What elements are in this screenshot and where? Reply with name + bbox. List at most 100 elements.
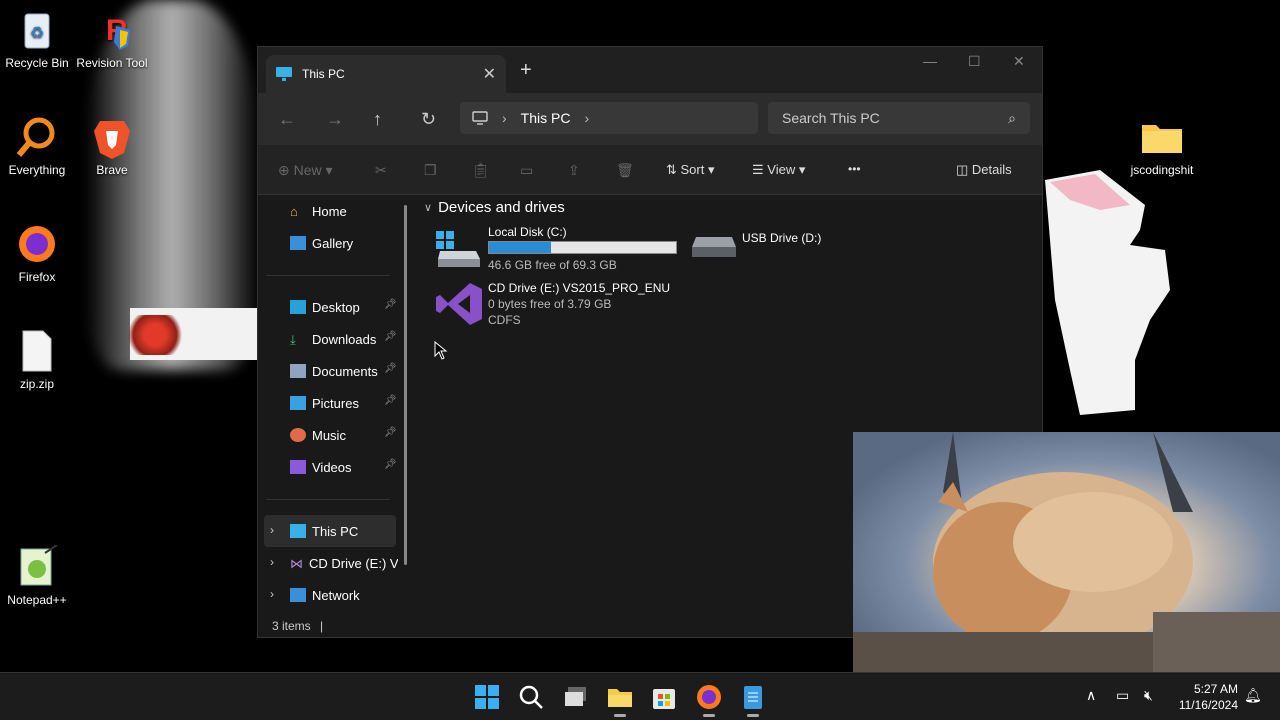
tab-this-pc[interactable]: This PC ✕	[266, 55, 506, 93]
video-icon	[290, 460, 306, 474]
details-button[interactable]: ◫ Details	[956, 162, 1012, 178]
rename-icon[interactable]: ▭	[520, 162, 533, 179]
pin-icon[interactable]: 📌︎	[384, 299, 397, 310]
refresh-icon[interactable]: ↻	[421, 109, 436, 130]
desktop-icon-zip[interactable]: zip.zip	[0, 329, 77, 391]
volume-muted-icon[interactable]: 🔇︎	[1144, 687, 1153, 704]
task-view-icon[interactable]	[562, 683, 590, 711]
chevron-right-icon[interactable]: ›	[584, 110, 589, 126]
desktop-icon-label: Brave	[96, 163, 128, 177]
download-icon: ⤓	[290, 332, 296, 347]
firefox-icon[interactable]	[695, 683, 723, 711]
sidebar-item-network[interactable]: Network	[290, 579, 400, 611]
search-input[interactable]: Search This PC ⌕	[768, 102, 1030, 134]
navigation-pane: ⌂ Home Gallery Desktop 📌︎ ⤓ Downloads 📌︎ D…	[258, 195, 408, 615]
sidebar-item-this-pc[interactable]: This PC	[290, 515, 400, 547]
desktop-icon-brave[interactable]: Brave	[72, 115, 152, 177]
sidebar-label: Network	[312, 587, 360, 603]
search-placeholder: Search This PC	[782, 110, 880, 126]
cat-video-overlay	[853, 432, 1280, 672]
desktop-icon-revision-tool[interactable]: R Revision Tool	[72, 8, 152, 70]
desktop-icon-recycle-bin[interactable]: ♻ Recycle Bin	[0, 8, 77, 70]
copy-icon[interactable]: ❐	[424, 162, 437, 179]
drive-usage-fill	[489, 242, 551, 253]
start-windows-icon[interactable]	[473, 683, 501, 711]
forward-arrow-icon[interactable]: →	[326, 109, 344, 130]
desktop-icon-jscodingshit[interactable]: jscodingshit	[1122, 115, 1202, 177]
close-tab-icon[interactable]: ✕	[483, 64, 496, 84]
pin-icon[interactable]: 📌︎	[384, 427, 397, 438]
sidebar-label: Downloads	[312, 331, 377, 347]
close-window-icon[interactable]: ✕	[1013, 53, 1025, 70]
notepadpp-icon	[15, 544, 59, 589]
details-label: Details	[971, 162, 1012, 177]
visual-studio-icon	[436, 283, 482, 325]
sidebar-label: Desktop	[312, 299, 360, 315]
home-icon: ⌂	[290, 204, 298, 219]
maximize-icon[interactable]: ☐	[968, 53, 981, 70]
pin-icon[interactable]: 📌︎	[384, 395, 397, 406]
cut-icon[interactable]: ✂	[375, 162, 387, 179]
desktop-icon-firefox[interactable]: Firefox	[0, 222, 77, 284]
monitor-icon	[472, 111, 488, 125]
drive-item-e[interactable]: CD Drive (E:) VS2015_PRO_ENU 0 bytes fre…	[436, 281, 696, 333]
view-button[interactable]: ☰ View ▾	[752, 162, 805, 178]
sidebar-scrollbar[interactable]	[404, 205, 407, 565]
network-icon[interactable]: ▭	[1116, 687, 1129, 704]
svg-text:♻: ♻	[30, 25, 44, 42]
sidebar-label: Home	[312, 203, 347, 219]
notepad-icon[interactable]	[739, 683, 767, 711]
command-bar: ⊕ New ▾ ✂ ❐ 📋︎ ▭ ⇪ 🗑︎ ⇅ Sort ▾ ☰ View ▾ …	[258, 145, 1042, 195]
document-icon	[290, 364, 306, 378]
cigarette-ember	[125, 315, 185, 355]
minimize-icon[interactable]: —	[923, 53, 937, 69]
notification-bell-icon[interactable]: 🔔︎	[1244, 687, 1262, 704]
drive-name: Local Disk (C:)	[488, 225, 567, 239]
file-icon	[15, 329, 59, 373]
chevron-down-icon: ∨	[424, 202, 433, 214]
visual-studio-icon: ⋈	[290, 556, 303, 571]
new-button[interactable]: ⊕ New ▾	[278, 162, 333, 179]
store-icon[interactable]	[650, 683, 678, 711]
sidebar-item-home[interactable]: ⌂ Home	[290, 195, 400, 227]
clock[interactable]: 5:27 AM 11/16/2024	[1170, 681, 1238, 713]
chevron-right-icon[interactable]: ›	[270, 587, 274, 601]
desktop-icon-label: Firefox	[18, 270, 56, 284]
drive-item-c[interactable]: Local Disk (C:) 46.6 GB free of 69.3 GB	[436, 225, 686, 275]
chevron-right-icon[interactable]: ›	[270, 523, 274, 537]
breadcrumb-this-pc[interactable]: This PC	[521, 110, 571, 126]
status-bar: 3 items |	[272, 619, 324, 633]
up-arrow-icon[interactable]: ↑	[373, 109, 382, 130]
sidebar-label: CD Drive (E:) VS2	[309, 555, 398, 571]
share-icon[interactable]: ⇪	[568, 162, 580, 179]
brave-lion-icon	[90, 115, 134, 159]
back-arrow-icon[interactable]: ←	[278, 109, 296, 130]
desktop-icon-everything[interactable]: Everything	[0, 115, 77, 177]
sidebar-item-cd-drive[interactable]: ⋈ CD Drive (E:) VS2	[290, 547, 398, 579]
chevron-right-icon[interactable]: ›	[270, 555, 274, 569]
search-icon: ⌕	[1008, 109, 1016, 126]
pin-icon[interactable]: 📌︎	[384, 331, 397, 342]
sidebar-label: Music	[312, 427, 346, 443]
delete-icon[interactable]: 🗑︎	[616, 162, 634, 179]
file-explorer-icon[interactable]	[606, 683, 634, 711]
gallery-icon	[290, 236, 306, 250]
monitor-icon	[290, 524, 306, 538]
pin-icon[interactable]: 📌︎	[384, 363, 397, 374]
section-header[interactable]: ∨ Devices and drives	[424, 199, 565, 216]
search-icon[interactable]	[517, 683, 545, 711]
drive-name: CD Drive (E:) VS2015_PRO_ENU	[488, 281, 671, 295]
breadcrumb[interactable]: › This PC ›	[460, 102, 758, 134]
sidebar-item-gallery[interactable]: Gallery	[290, 227, 400, 259]
chevron-up-icon[interactable]: ∧	[1086, 687, 1096, 704]
sidebar-label: Documents	[312, 363, 378, 379]
sort-button[interactable]: ⇅ Sort ▾	[666, 162, 715, 178]
paste-icon[interactable]: 📋︎	[472, 162, 490, 179]
pin-icon[interactable]: 📌︎	[384, 459, 397, 470]
more-options-icon[interactable]: •••	[848, 162, 861, 176]
active-indicator	[747, 714, 759, 717]
cat-image	[853, 432, 1280, 672]
drive-item-d[interactable]: USB Drive (D:)	[692, 225, 892, 275]
new-tab-button[interactable]: +	[520, 59, 532, 82]
desktop-icon-notepadpp[interactable]: Notepad++	[0, 544, 77, 607]
